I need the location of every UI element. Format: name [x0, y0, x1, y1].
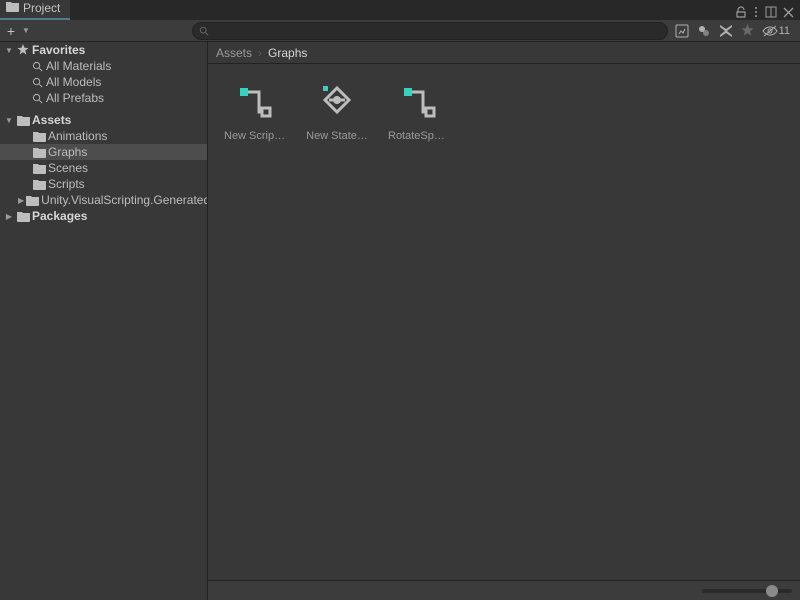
- search-icon: [30, 59, 44, 73]
- folder-icon: [32, 129, 46, 143]
- tree-folder-vs-generated[interactable]: ▶ Unity.VisualScripting.Generated: [0, 192, 207, 208]
- asset-label: New State…: [306, 130, 368, 142]
- search-icon: [30, 91, 44, 105]
- tree-favorites-header[interactable]: ▼ Favorites: [0, 42, 207, 58]
- asset-label: RotateSpe…: [388, 130, 450, 142]
- thumbnail-size-slider[interactable]: [702, 589, 792, 593]
- asset-script-graph[interactable]: RotateSpe…: [388, 80, 450, 142]
- breadcrumb: Assets › Graphs: [208, 42, 800, 64]
- tree-label: Assets: [32, 113, 71, 127]
- search-field[interactable]: [209, 25, 661, 37]
- tree-label: Animations: [48, 129, 107, 143]
- foldout-icon[interactable]: ▶: [4, 212, 14, 221]
- tree-folder-scenes[interactable]: Scenes: [0, 160, 207, 176]
- favorite-all-prefabs[interactable]: ▶ All Prefabs: [0, 90, 207, 106]
- tree-folder-animations[interactable]: Animations: [0, 128, 207, 144]
- search-icon: [199, 26, 209, 36]
- lock-icon[interactable]: [735, 6, 747, 18]
- folder-icon: [32, 177, 46, 191]
- tree-label: All Prefabs: [46, 91, 104, 105]
- folder-icon: [32, 161, 46, 175]
- folder-icon: [32, 145, 46, 159]
- tree-label: Scenes: [48, 161, 88, 175]
- search-by-type-button[interactable]: [672, 22, 692, 40]
- pane-layout-icon[interactable]: [765, 6, 777, 18]
- search-input[interactable]: [192, 22, 668, 40]
- tree-label: All Materials: [46, 59, 111, 73]
- bottom-bar: [208, 580, 800, 600]
- tab-label: Project: [23, 1, 60, 15]
- folder-icon: [16, 209, 30, 223]
- tree-label: Packages: [32, 209, 87, 223]
- search-by-label-button[interactable]: [694, 22, 714, 40]
- create-button[interactable]: +: [4, 24, 18, 38]
- tree-folder-graphs[interactable]: Graphs: [0, 144, 207, 160]
- tree-label: Scripts: [48, 177, 85, 191]
- chevron-right-icon: ›: [258, 46, 262, 60]
- foldout-icon[interactable]: ▼: [4, 116, 14, 125]
- breadcrumb-root[interactable]: Assets: [216, 46, 252, 60]
- create-dropdown-caret[interactable]: ▼: [20, 26, 30, 35]
- tree-packages-header[interactable]: ▶ Packages: [0, 208, 207, 224]
- favorite-all-models[interactable]: ▶ All Models: [0, 74, 207, 90]
- hidden-count: 11: [778, 25, 794, 37]
- close-icon[interactable]: [783, 7, 794, 18]
- asset-script-graph[interactable]: New Script…: [224, 80, 286, 142]
- more-icon[interactable]: [753, 6, 759, 18]
- foldout-icon[interactable]: ▼: [4, 46, 14, 55]
- tree-assets-header[interactable]: ▼ Assets: [0, 112, 207, 128]
- breadcrumb-current[interactable]: Graphs: [268, 46, 307, 60]
- assets-grid: New Script… New State…: [208, 64, 800, 580]
- state-graph-icon: [315, 80, 359, 124]
- script-graph-icon: [397, 80, 441, 124]
- folder-icon: [26, 193, 39, 207]
- tree-label: Favorites: [32, 43, 85, 57]
- save-search-button[interactable]: [716, 22, 736, 40]
- tree-label: Graphs: [48, 145, 87, 159]
- tree-folder-scripts[interactable]: Scripts: [0, 176, 207, 192]
- tree-label: All Models: [46, 75, 101, 89]
- favorite-all-materials[interactable]: ▶ All Materials: [0, 58, 207, 74]
- folder-icon: [16, 113, 30, 127]
- star-icon: [16, 43, 30, 57]
- tree-label: Unity.VisualScripting.Generated: [41, 193, 208, 207]
- project-tab[interactable]: Project: [0, 0, 70, 20]
- script-graph-icon: [233, 80, 277, 124]
- search-icon: [30, 75, 44, 89]
- asset-label: New Script…: [224, 130, 286, 142]
- asset-state-graph[interactable]: New State…: [306, 80, 368, 142]
- slider-knob[interactable]: [766, 585, 778, 597]
- folder-icon: [6, 1, 19, 15]
- hidden-toggle-button[interactable]: 11: [760, 22, 796, 40]
- project-tree: ▼ Favorites ▶ All Materials ▶ All Models…: [0, 42, 208, 600]
- favorite-star-button[interactable]: [738, 22, 758, 40]
- foldout-icon[interactable]: ▶: [18, 196, 24, 205]
